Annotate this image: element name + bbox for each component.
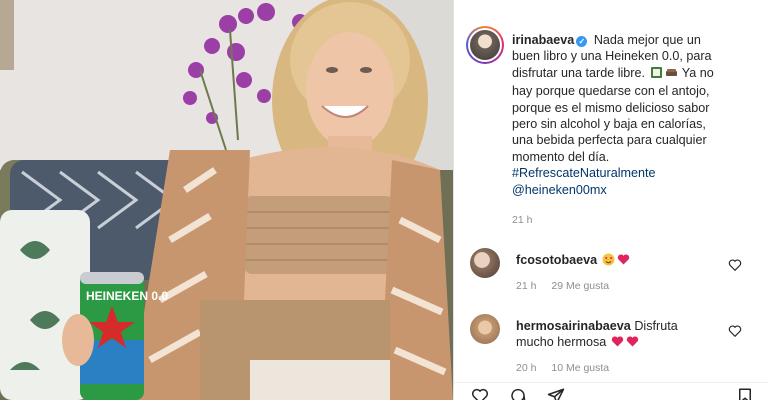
comment-meta: 21 h 29 Me gusta bbox=[516, 280, 621, 292]
author-avatar[interactable] bbox=[466, 26, 504, 64]
book-emoji-icon bbox=[650, 66, 663, 83]
heart-icon[interactable] bbox=[470, 387, 490, 400]
comment-like-heart-icon[interactable] bbox=[728, 258, 742, 272]
comment-text: hermosairinabaeva Disfruta mucho hermosa bbox=[516, 318, 726, 353]
red-heart-emoji-icon bbox=[611, 335, 624, 352]
red-heart-emoji-icon bbox=[626, 335, 639, 352]
post-photo[interactable]: HEINEKEN 0.0 bbox=[0, 0, 453, 400]
comment-icon[interactable] bbox=[508, 387, 528, 400]
red-heart-emoji-icon bbox=[617, 253, 630, 270]
mention-link[interactable]: @heineken00mx bbox=[512, 182, 764, 198]
post-caption: irinabaeva ✓ Nada mejor que un buen libro… bbox=[512, 32, 764, 198]
caption-line: pero sin alcohol y baja en calorías, bbox=[512, 117, 706, 132]
bookmark-icon[interactable] bbox=[736, 387, 754, 400]
comment-time[interactable]: 20 h bbox=[516, 362, 536, 374]
caption-line: Nada mejor que un bbox=[593, 33, 701, 47]
comment-like-heart-icon[interactable] bbox=[728, 324, 742, 338]
post-action-bar bbox=[454, 382, 768, 400]
caption-line: disfrutar una tarde libre. bbox=[512, 65, 646, 80]
caption-line: buen libro y una Heineken 0.0, para bbox=[512, 49, 712, 64]
crop-top bbox=[244, 196, 394, 274]
verified-badge-icon: ✓ bbox=[576, 36, 588, 47]
caption-line: Ya no bbox=[681, 65, 714, 80]
cushion-floral bbox=[0, 210, 90, 400]
hashtag-link[interactable]: #RefrescateNaturalmente bbox=[512, 165, 764, 181]
comment-text: fcosotobaeva bbox=[516, 252, 726, 270]
sofa-emoji-icon bbox=[665, 66, 678, 83]
author-username[interactable]: irinabaeva bbox=[512, 33, 574, 47]
can-label-text: HEINEKEN 0.0 bbox=[86, 289, 168, 303]
caption-line: una bebida perfecta para cualquier bbox=[512, 133, 707, 148]
comment-likes[interactable]: 29 Me gusta bbox=[551, 280, 609, 292]
caption-line: momento del día. bbox=[512, 149, 610, 164]
commenter-username[interactable]: fcosotobaeva bbox=[516, 253, 597, 267]
paper-plane-icon[interactable] bbox=[546, 387, 566, 400]
comment-time[interactable]: 21 h bbox=[516, 280, 536, 292]
caption-line: hay porque quedarse con el antojo, bbox=[512, 84, 710, 99]
comment-likes[interactable]: 10 Me gusta bbox=[551, 362, 609, 374]
post-side-panel: irinabaeva ✓ Nada mejor que un buen libro… bbox=[454, 0, 768, 400]
photo-illustration: HEINEKEN 0.0 bbox=[0, 0, 453, 400]
commenter-username[interactable]: hermosairinabaeva bbox=[516, 319, 631, 333]
heart-eyes-emoji-icon bbox=[602, 253, 615, 270]
commenter-avatar[interactable] bbox=[470, 314, 500, 344]
post-timestamp[interactable]: 21 h bbox=[512, 214, 532, 226]
commenter-avatar[interactable] bbox=[470, 248, 500, 278]
comment-meta: 20 h 10 Me gusta bbox=[516, 362, 621, 374]
caption-line: porque es el mismo delicioso sabor bbox=[512, 100, 710, 115]
